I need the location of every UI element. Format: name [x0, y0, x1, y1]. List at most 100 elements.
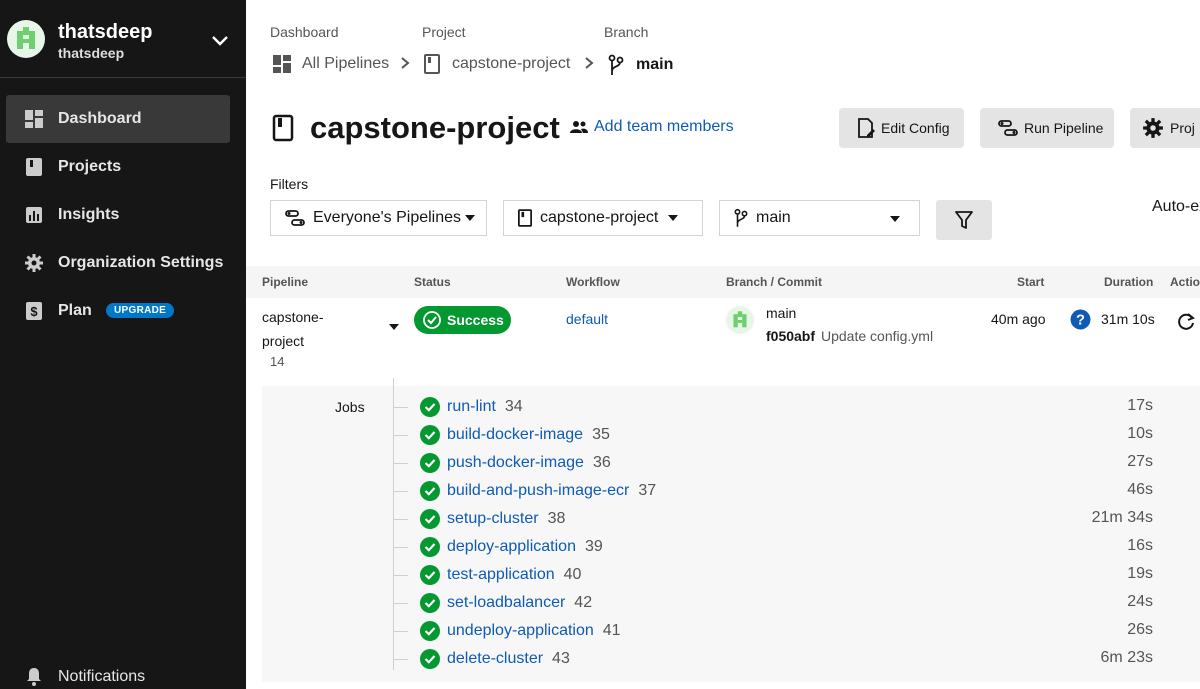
- branch-icon: [734, 208, 748, 227]
- column-header-duration: Duration: [1104, 275, 1154, 289]
- job-number: 43: [552, 650, 570, 667]
- sidebar-item-label: Dashboard: [58, 110, 142, 127]
- check-circle-icon: [420, 397, 440, 417]
- add-team-label: Add team members: [594, 118, 734, 135]
- sidebar-item-organization-settings[interactable]: Organization Settings: [6, 239, 230, 287]
- people-icon: [570, 121, 588, 133]
- job-duration: 19s: [1127, 565, 1153, 582]
- help-icon[interactable]: ?: [1070, 309, 1091, 335]
- check-circle-icon: [420, 621, 440, 641]
- job-row[interactable]: build-and-push-image-ecr 37: [420, 481, 656, 501]
- edit-config-button[interactable]: Edit Config: [839, 108, 964, 148]
- job-duration: 10s: [1127, 425, 1153, 442]
- column-header-branch-commit: Branch / Commit: [726, 275, 823, 289]
- branch-icon: [608, 54, 624, 75]
- job-row[interactable]: run-lint 34: [420, 397, 523, 417]
- tree-branch-line: [394, 407, 408, 408]
- tree-branch-line: [394, 435, 408, 436]
- job-number: 40: [563, 566, 582, 583]
- run-pipeline-label: Run Pipeline: [1024, 120, 1104, 136]
- table-header: Pipeline Status Workflow Branch / Commit…: [246, 266, 1200, 298]
- check-circle-icon: [423, 311, 441, 329]
- run-pipeline-button[interactable]: Run Pipeline: [980, 108, 1114, 148]
- column-header-workflow: Workflow: [566, 275, 620, 289]
- sidebar-item-projects[interactable]: Projects: [6, 143, 230, 191]
- pipeline-number: 14: [270, 354, 285, 369]
- org-subname: thatsdeep: [58, 45, 125, 61]
- job-row[interactable]: test-application 40: [420, 565, 581, 585]
- chevron-down-icon[interactable]: [210, 30, 230, 55]
- job-name[interactable]: set-loadbalancer: [447, 594, 565, 612]
- project-icon: [424, 54, 440, 74]
- project-filter-value: capstone-project: [540, 209, 659, 226]
- avatar: [726, 306, 754, 334]
- breadcrumb-all-pipelines[interactable]: All Pipelines: [272, 54, 389, 74]
- job-duration: 24s: [1127, 593, 1153, 610]
- job-number: 36: [592, 454, 611, 471]
- job-duration: 46s: [1127, 481, 1153, 498]
- expand-caret-icon[interactable]: [389, 317, 399, 335]
- job-name[interactable]: delete-cluster: [447, 650, 543, 668]
- job-name[interactable]: build-docker-image: [447, 426, 583, 444]
- sidebar-item-dashboard[interactable]: Dashboard: [6, 95, 230, 143]
- job-name[interactable]: test-application: [447, 566, 555, 584]
- page-title: capstone-project: [310, 110, 560, 145]
- job-name[interactable]: deploy-application: [447, 538, 576, 556]
- tree-branch-line: [394, 547, 408, 548]
- org-switcher[interactable]: thatsdeep thatsdeep: [0, 0, 246, 78]
- column-header-status: Status: [414, 275, 451, 289]
- job-row[interactable]: deploy-application 39: [420, 537, 603, 557]
- pipelines-filter-select[interactable]: Everyone's Pipelines: [270, 200, 487, 236]
- sidebar-item-notifications[interactable]: Notifications: [0, 660, 246, 689]
- breadcrumb-project[interactable]: capstone-project: [424, 54, 570, 74]
- job-name[interactable]: setup-cluster: [447, 510, 539, 528]
- job-name[interactable]: undeploy-application: [447, 622, 594, 640]
- workflow-link[interactable]: default: [566, 311, 608, 327]
- commit-hash[interactable]: f050abf: [766, 328, 815, 344]
- job-row[interactable]: setup-cluster 38: [420, 509, 565, 529]
- sidebar: thatsdeep thatsdeep Dashboard Projects I…: [0, 0, 246, 689]
- job-row[interactable]: delete-cluster 43: [420, 649, 570, 669]
- status-badge[interactable]: Success: [414, 306, 511, 334]
- tree-branch-line: [394, 463, 408, 464]
- check-circle-icon: [420, 537, 440, 557]
- gear-icon: [1143, 118, 1163, 138]
- job-row[interactable]: undeploy-application 41: [420, 621, 621, 641]
- branch-name[interactable]: main: [766, 305, 796, 321]
- pipeline-name-line2[interactable]: project: [262, 333, 304, 349]
- project-settings-label: Proj: [1170, 120, 1195, 136]
- breadcrumb-project-heading: Project: [422, 24, 466, 40]
- breadcrumb-branch-heading: Branch: [604, 24, 649, 40]
- tree-branch-line: [394, 575, 408, 576]
- job-row[interactable]: build-docker-image 35: [420, 425, 610, 445]
- pipeline-icon: [285, 210, 305, 226]
- project-filter-select[interactable]: capstone-project: [503, 200, 703, 236]
- job-name[interactable]: run-lint: [447, 398, 496, 416]
- job-number: 37: [638, 482, 657, 499]
- sidebar-item-label: Projects: [58, 158, 122, 175]
- filter-button[interactable]: [936, 200, 992, 240]
- job-duration: 27s: [1127, 453, 1153, 470]
- breadcrumb-branch[interactable]: main: [608, 54, 673, 76]
- branch-filter-select[interactable]: main: [719, 200, 920, 236]
- project-settings-button[interactable]: Proj: [1130, 108, 1200, 148]
- tree-line: [393, 378, 394, 670]
- sidebar-item-insights[interactable]: Insights: [6, 191, 230, 239]
- job-number: 38: [547, 510, 566, 527]
- job-duration: 21m 34s: [1091, 509, 1153, 526]
- job-row[interactable]: set-loadbalancer 42: [420, 593, 592, 613]
- rerun-icon[interactable]: [1176, 311, 1196, 336]
- job-row[interactable]: push-docker-image 36: [420, 453, 611, 473]
- add-team-members-link[interactable]: Add team members: [570, 118, 734, 136]
- org-avatar: [7, 20, 45, 58]
- tree-branch-line: [394, 631, 408, 632]
- job-name[interactable]: push-docker-image: [447, 454, 584, 472]
- auto-expand-label[interactable]: Auto-ex: [1152, 198, 1200, 216]
- sidebar-item-plan[interactable]: $ Plan UPGRADE: [6, 287, 230, 335]
- tree-branch-line: [394, 603, 408, 604]
- funnel-icon: [955, 211, 973, 229]
- pipeline-name-line1[interactable]: capstone-: [262, 309, 323, 325]
- upgrade-badge[interactable]: UPGRADE: [106, 303, 175, 318]
- job-number: 41: [602, 622, 621, 639]
- job-name[interactable]: build-and-push-image-ecr: [447, 482, 629, 500]
